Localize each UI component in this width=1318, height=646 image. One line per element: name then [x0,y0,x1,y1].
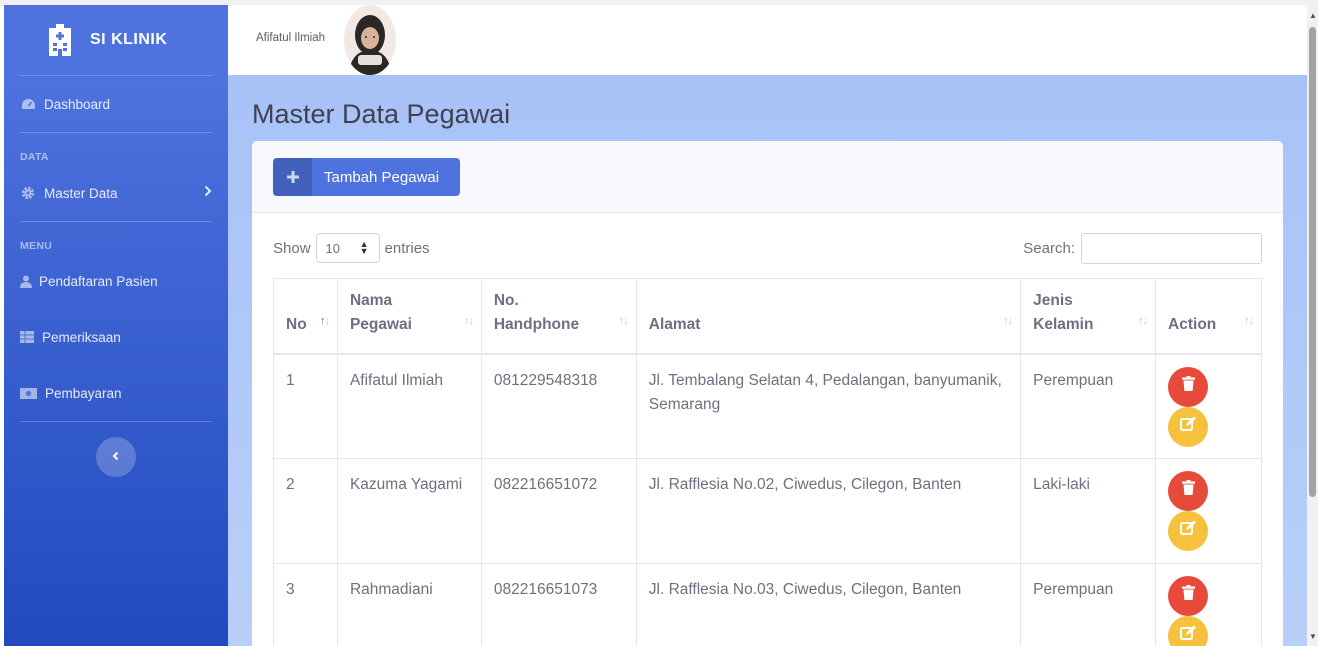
delete-button[interactable] [1168,576,1209,616]
sidebar-heading-menu: MENU [20,240,53,252]
cell-nama: Afifatul Ilmiah [336,353,482,459]
column-header-jenis-kelamin[interactable]: Jenis Kelamin ↑↓ [1020,278,1157,354]
delete-button[interactable] [1168,471,1209,511]
sidebar-brand[interactable]: SI KLINIK [4,5,228,75]
money-icon [20,386,37,400]
sort-icon: ↑↓ [1003,314,1013,327]
sort-icon: ↑↓ [618,314,629,327]
edit-button[interactable] [1168,406,1209,447]
cell-alamat: Jl. Tembalang Selatan 4, Pedalangan, ban… [635,353,1022,459]
sort-icon: ↑↓ [1138,314,1148,327]
data-card: Tambah Pegawai Show 10 ▲ ▼ entries Search… [252,141,1283,646]
table-row: 1 Afifatul Ilmiah 081229548318 Jl. Temba… [273,353,1262,459]
sort-asc-icon: ↑↓ [319,314,330,327]
edit-button[interactable] [1168,511,1209,551]
sidebar-item-label: Pendaftaran Pasien [39,273,158,289]
column-header-alamat[interactable]: Alamat ↑↓ [635,278,1022,354]
cell-action [1155,458,1262,564]
sidebar-item-label: Master Data [44,185,118,201]
trash-icon [1181,479,1195,503]
cell-no: 1 [273,353,338,459]
column-header-no-handphone[interactable]: No. Handphone ↑↓ [480,278,637,354]
add-employee-button[interactable]: Tambah Pegawai [273,158,460,196]
employee-table: No ↑↓ Nama Pegawai ↑↓ No. Handphone ↑↓ A… [273,278,1262,646]
cell-no: 2 [273,458,338,564]
cell-nama: Kazuma Yagami [336,458,482,564]
sidebar-item-label: Pembayaran [45,385,122,401]
sort-icon: ↑↓ [1244,314,1254,327]
column-header-no[interactable]: No ↑↓ [273,278,338,354]
sidebar-item-master-data[interactable]: Master Data [20,181,215,205]
cell-handphone: 081229548318 [480,353,637,459]
sidebar-item-label: Pemeriksaan [42,329,121,345]
sidebar-divider [20,221,212,222]
cell-no: 3 [273,563,338,646]
cell-handphone: 082216651073 [480,563,637,646]
sidebar-divider [20,421,212,422]
cell-action [1155,563,1262,646]
gear-icon [20,186,36,200]
chevron-right-icon [204,185,212,200]
add-employee-label: Tambah Pegawai [324,168,440,186]
scroll-down-arrow-icon[interactable]: ▼ [1309,632,1317,641]
sidebar-divider [20,132,212,133]
delete-button[interactable] [1168,366,1209,407]
sidebar-heading-data: DATA [20,151,49,163]
edit-icon [1180,415,1197,439]
sidebar-toggle-button[interactable] [96,437,136,477]
user-icon [20,274,32,288]
entries-length-control: Show 10 ▲ ▼ entries [273,233,430,263]
cell-alamat: Jl. Rafflesia No.03, Ciwedus, Cilegon, B… [635,563,1022,646]
trash-icon [1181,375,1195,399]
user-name[interactable]: Afifatul Ilmiah [256,32,325,44]
cell-nama: Rahmadiani [336,563,482,646]
search-label: Search: [1023,240,1075,257]
edit-button[interactable] [1168,616,1209,646]
sidebar-item-dashboard[interactable]: Dashboard [20,92,215,116]
search-control: Search: [1023,233,1262,264]
brand-name: SI KLINIK [90,31,168,48]
cell-jenis-kelamin: Perempuan [1020,353,1157,459]
column-header-action[interactable]: Action ↑↓ [1155,278,1262,354]
select-arrows-icon: ▲ ▼ [359,239,369,256]
page-title: Master Data Pegawai [252,99,511,129]
chevron-left-icon [112,448,120,466]
app-window: SI KLINIK Dashboard DATA Master Data MEN… [0,0,1318,646]
edit-icon [1180,519,1197,543]
table-header-row: No ↑↓ Nama Pegawai ↑↓ No. Handphone ↑↓ A… [273,278,1262,354]
entries-label: entries [384,239,430,257]
topbar: Afifatul Ilmiah [228,5,1307,75]
column-header-nama-pegawai[interactable]: Nama Pegawai ↑↓ [336,278,482,354]
sidebar-item-pendaftaran-pasien[interactable]: Pendaftaran Pasien [20,269,215,293]
cell-action [1155,353,1262,459]
hospital-icon [46,24,74,56]
sidebar-item-pembayaran[interactable]: Pembayaran [20,381,215,405]
table-row: 2 Kazuma Yagami 082216651072 Jl. Raffles… [273,458,1262,564]
cell-handphone: 082216651072 [480,458,637,564]
sort-icon: ↑↓ [463,314,474,327]
cell-jenis-kelamin: Laki-laki [1020,458,1157,564]
table-row: 3 Rahmadiani 082216651073 Jl. Rafflesia … [273,563,1262,646]
trash-icon [1181,584,1195,608]
show-label: Show [273,239,311,257]
avatar[interactable] [344,5,396,75]
card-header: Tambah Pegawai [252,141,1283,213]
search-input[interactable] [1081,233,1262,264]
plus-icon [273,158,312,196]
tachometer-icon [20,97,36,111]
cell-alamat: Jl. Rafflesia No.02, Ciwedus, Cilegon, B… [635,458,1022,564]
sidebar: SI KLINIK Dashboard DATA Master Data MEN… [4,5,228,646]
entries-select-value: 10 [325,240,340,256]
sidebar-item-pemeriksaan[interactable]: Pemeriksaan [20,325,215,349]
scrollbar-thumb[interactable] [1309,27,1316,497]
sidebar-divider [20,75,212,76]
table-icon [20,330,34,344]
sidebar-item-label: Dashboard [44,96,111,112]
edit-icon [1180,624,1197,646]
entries-select[interactable]: 10 ▲ ▼ [315,233,380,263]
page-scrollbar[interactable]: ▲ ▼ [1307,5,1318,646]
main-content: Master Data Pegawai Tambah Pegawai Show … [228,75,1307,646]
scroll-up-arrow-icon[interactable]: ▲ [1309,11,1317,20]
cell-jenis-kelamin: Perempuan [1020,563,1157,646]
